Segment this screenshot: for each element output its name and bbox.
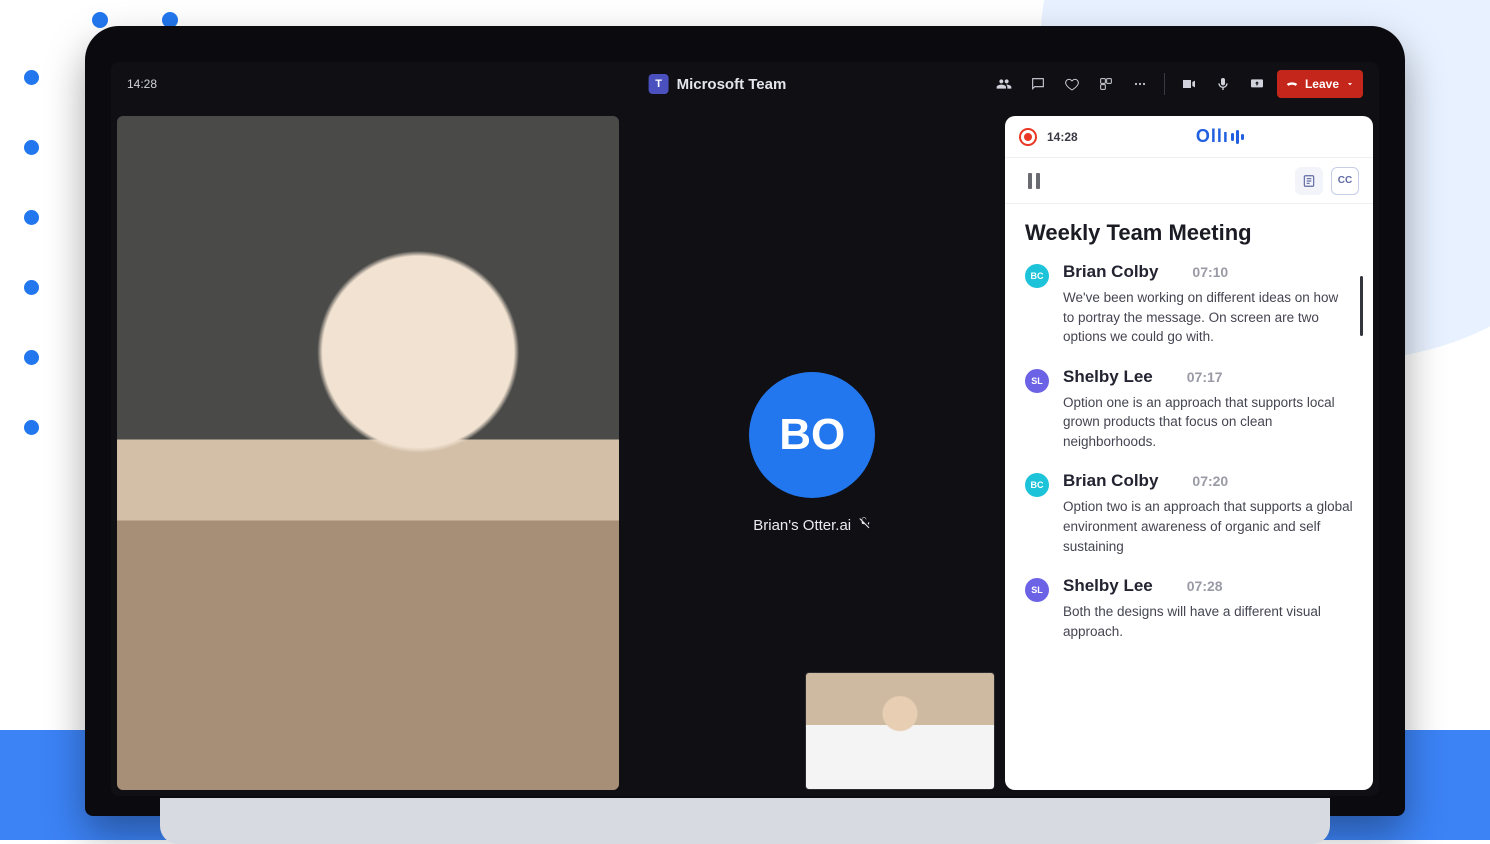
cc-button[interactable]: CC: [1331, 167, 1359, 195]
notes-icon[interactable]: [1295, 167, 1323, 195]
entry-text: Both the designs will have a different v…: [1063, 602, 1353, 641]
transcript-entry[interactable]: SL Shelby Lee 07:28 Both the designs will h…: [1025, 576, 1353, 641]
speaker-avatar: SL: [1025, 578, 1049, 602]
app-title: Microsoft Team: [677, 76, 787, 93]
speaker-avatar: BC: [1025, 264, 1049, 288]
transcript-entry[interactable]: BC Brian Colby 07:10 We've been working on …: [1025, 262, 1353, 347]
speaker-avatar: BC: [1025, 473, 1049, 497]
participant-name: Brian's Otter.ai: [753, 517, 851, 534]
topbar-right: Leave: [990, 70, 1363, 98]
entry-text: We've been working on different ideas on…: [1063, 288, 1353, 347]
share-icon[interactable]: [1243, 70, 1271, 98]
speaker-name: Brian Colby: [1063, 471, 1158, 491]
mic-icon[interactable]: [1209, 70, 1237, 98]
laptop-bezel: 14:28 T Microsoft Team Leave: [85, 26, 1405, 816]
entry-timestamp: 07:10: [1192, 264, 1228, 280]
sound-bars-icon: [1231, 130, 1251, 144]
entry-text: Option one is an approach that supports …: [1063, 393, 1353, 452]
pause-button[interactable]: [1019, 166, 1049, 196]
speaker-avatar: SL: [1025, 369, 1049, 393]
chat-icon[interactable]: [1024, 70, 1052, 98]
otter-logo: Ollı: [1196, 126, 1251, 147]
speaker-name: Brian Colby: [1063, 262, 1158, 282]
camera-icon[interactable]: [1175, 70, 1203, 98]
otter-body: Weekly Team Meeting BC Brian Colby 07:10 We…: [1005, 204, 1373, 790]
speaker-name: Shelby Lee: [1063, 367, 1153, 387]
entry-timestamp: 07:20: [1192, 473, 1228, 489]
scrollbar-thumb[interactable]: [1360, 276, 1363, 336]
reactions-icon[interactable]: [1058, 70, 1086, 98]
otter-panel: 14:28 Ollı: [1005, 116, 1373, 790]
transcript-entries: BC Brian Colby 07:10 We've been working on …: [1025, 262, 1353, 782]
participant-video-placeholder: [117, 116, 619, 790]
avatar-initials: BO: [749, 372, 875, 498]
participant-name-row: Brian's Otter.ai: [753, 516, 871, 534]
clock: 14:28: [127, 77, 247, 91]
self-view[interactable]: [805, 672, 995, 790]
transcript-entry[interactable]: BC Brian Colby 07:20 Option two is an appro…: [1025, 471, 1353, 556]
topbar-separator: [1164, 73, 1165, 95]
rooms-icon[interactable]: [1092, 70, 1120, 98]
teams-window: 14:28 T Microsoft Team Leave: [111, 62, 1379, 796]
more-icon[interactable]: [1126, 70, 1154, 98]
record-icon[interactable]: [1019, 128, 1037, 146]
teams-icon: T: [649, 74, 669, 94]
chevron-down-icon: [1345, 79, 1355, 89]
transcript-entry[interactable]: SL Shelby Lee 07:17 Option one is an approa…: [1025, 367, 1353, 452]
otter-header: 14:28 Ollı: [1005, 116, 1373, 158]
otter-controls: CC: [1005, 158, 1373, 204]
leave-label: Leave: [1305, 77, 1339, 91]
meeting-content: BO Brian's Otter.ai 14:28 Ollı: [117, 116, 1373, 790]
teams-topbar: 14:28 T Microsoft Team Leave: [111, 62, 1379, 106]
leave-button[interactable]: Leave: [1277, 70, 1363, 98]
participant-video-tile[interactable]: [117, 116, 619, 790]
phone-down-icon: [1285, 76, 1299, 93]
people-icon[interactable]: [990, 70, 1018, 98]
entry-timestamp: 07:17: [1187, 369, 1223, 385]
otter-logo-text: Ollı: [1196, 126, 1229, 147]
record-time: 14:28: [1047, 130, 1078, 144]
entry-text: Option two is an approach that supports …: [1063, 497, 1353, 556]
app-title-wrap: T Microsoft Team: [649, 74, 787, 94]
entry-timestamp: 07:28: [1187, 578, 1223, 594]
laptop-base: [160, 798, 1330, 844]
meeting-title: Weekly Team Meeting: [1025, 220, 1353, 246]
participant-avatar-tile[interactable]: BO Brian's Otter.ai: [629, 116, 995, 790]
mic-muted-icon: [857, 516, 871, 534]
speaker-name: Shelby Lee: [1063, 576, 1153, 596]
